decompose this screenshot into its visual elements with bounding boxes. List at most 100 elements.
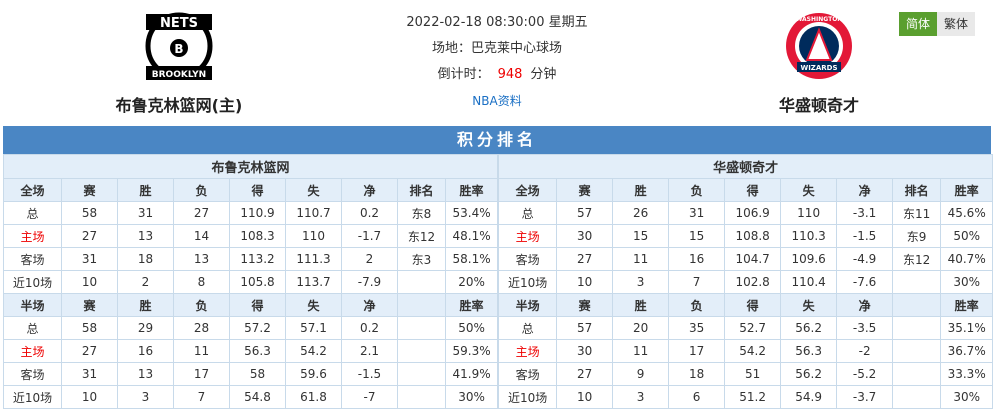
table-cell: -5.2 <box>836 362 894 386</box>
table-cell: 东3 <box>397 247 446 271</box>
row-label: 客场 <box>498 247 558 271</box>
table-cell: 10 <box>61 270 118 294</box>
table-cell: 16 <box>668 247 726 271</box>
row-label: 主场 <box>498 339 558 363</box>
table-cell: 13 <box>117 362 174 386</box>
table-cell: 50% <box>444 316 499 340</box>
table-cell: 50% <box>940 224 994 248</box>
column-header: 胜率 <box>444 178 499 202</box>
table-cell: 110 <box>780 201 838 225</box>
table-cell: 56.3 <box>780 339 838 363</box>
table-cell: 东12 <box>397 224 446 248</box>
column-header: 排名 <box>892 178 942 202</box>
column-header: 得 <box>724 178 782 202</box>
svg-text:B: B <box>174 42 183 56</box>
table-cell: -3.5 <box>836 316 894 340</box>
nba-link[interactable]: NBA资料 <box>380 88 614 114</box>
table-cell: 31 <box>61 247 118 271</box>
table-cell: 53.4% <box>444 201 499 225</box>
table-cell: -1.5 <box>341 362 398 386</box>
table-cell: 61.8 <box>285 385 342 409</box>
column-header: 得 <box>229 178 286 202</box>
table-team-title: 布鲁克林篮网 <box>2 154 499 179</box>
table-cell: 58 <box>61 316 118 340</box>
table-cell: 30 <box>556 339 614 363</box>
table-cell: 14 <box>173 224 230 248</box>
column-header: 全场 <box>498 178 558 202</box>
table-cell: -4.9 <box>836 247 894 271</box>
table-cell: 15 <box>668 224 726 248</box>
away-team-name: 华盛顿奇才 <box>778 96 859 115</box>
table-header-row: 全场赛胜负得失净排名 胜率 <box>498 178 994 202</box>
table-cell: 3 <box>612 270 670 294</box>
row-label: 主场 <box>498 224 558 248</box>
table-cell: 48.1% <box>444 224 499 248</box>
match-venue: 场地：巴克莱中心球场 <box>431 41 562 56</box>
table-cell: 56.2 <box>780 362 838 386</box>
table-cell: 56.3 <box>229 339 286 363</box>
column-header: 净 <box>341 293 398 317</box>
table-cell: 58 <box>229 362 286 386</box>
table-row: 总 57 20 35 52.7 56.2 -3.5 35.1% <box>498 316 994 340</box>
table-cell <box>397 362 446 386</box>
table-row: 客场 31 18 13 113.2 111.3 2 东3 58.1% <box>3 247 499 271</box>
table-header-row: 半场赛胜负得失净 胜率 <box>498 293 994 317</box>
table-cell: 108.3 <box>229 224 286 248</box>
table-cell: 6 <box>668 385 726 409</box>
table-cell: 27 <box>173 201 230 225</box>
row-label: 总 <box>3 316 62 340</box>
column-header: 净 <box>836 178 894 202</box>
table-cell: 0.2 <box>341 316 398 340</box>
table-cell: 110.9 <box>229 201 286 225</box>
row-label: 客场 <box>498 362 558 386</box>
table-cell: 113.2 <box>229 247 286 271</box>
table-cell: 11 <box>173 339 230 363</box>
table-cell: 2 <box>117 270 174 294</box>
column-header: 赛 <box>556 293 614 317</box>
table-cell: 东8 <box>397 201 446 225</box>
table-row: 主场 27 16 11 56.3 54.2 2.1 59.3% <box>3 339 499 363</box>
row-label: 总 <box>498 316 558 340</box>
row-label: 主场 <box>3 339 62 363</box>
table-cell: -3.7 <box>836 385 894 409</box>
home-standings-table: 布鲁克林篮网 全场赛胜负得失净排名 胜率总 58 31 27 110.9 110.7 0.2 东8… <box>2 154 499 409</box>
table-cell: 54.9 <box>780 385 838 409</box>
table-cell: 东11 <box>892 201 942 225</box>
row-label: 客场 <box>3 247 62 271</box>
row-label: 近10场 <box>3 385 62 409</box>
column-header: 失 <box>285 178 342 202</box>
table-cell: 0.2 <box>341 201 398 225</box>
table-cell: 2.1 <box>341 339 398 363</box>
column-header: 负 <box>173 293 230 317</box>
column-header: 得 <box>724 293 782 317</box>
table-row: 近10场 10 2 8 105.8 113.7 -7.9 20% <box>3 270 499 294</box>
table-cell: 51.2 <box>724 385 782 409</box>
table-cell: -1.7 <box>341 224 398 248</box>
table-cell: 54.8 <box>229 385 286 409</box>
table-cell: 58.1% <box>444 247 499 271</box>
table-cell: 9 <box>612 362 670 386</box>
column-header: 负 <box>668 178 726 202</box>
table-cell: 110.7 <box>285 201 342 225</box>
column-header: 胜率 <box>940 293 994 317</box>
table-cell: 27 <box>61 224 118 248</box>
table-cell: 11 <box>612 247 670 271</box>
standings-tables: 布鲁克林篮网 全场赛胜负得失净排名 胜率总 58 31 27 110.9 110.7 0.2 东8… <box>2 154 994 409</box>
table-cell <box>892 385 942 409</box>
svg-text:NETS: NETS <box>160 16 198 31</box>
table-cell: 10 <box>556 385 614 409</box>
column-header: 半场 <box>3 293 62 317</box>
table-cell: 18 <box>668 362 726 386</box>
table-cell: 27 <box>556 362 614 386</box>
table-cell: 36.7% <box>940 339 994 363</box>
simplified-button[interactable]: 简体 <box>899 12 938 36</box>
traditional-button[interactable]: 繁体 <box>937 12 976 36</box>
table-cell: -7 <box>341 385 398 409</box>
away-standings-table: 华盛顿奇才 全场赛胜负得失净排名 胜率总 57 26 31 106.9 110 -3.1 东11 4… <box>498 154 994 409</box>
table-cell: 东12 <box>892 247 942 271</box>
column-header: 负 <box>173 178 230 202</box>
table-cell: 57 <box>556 316 614 340</box>
table-cell: 东9 <box>892 224 942 248</box>
table-cell: 106.9 <box>724 201 782 225</box>
table-cell: 31 <box>61 362 118 386</box>
